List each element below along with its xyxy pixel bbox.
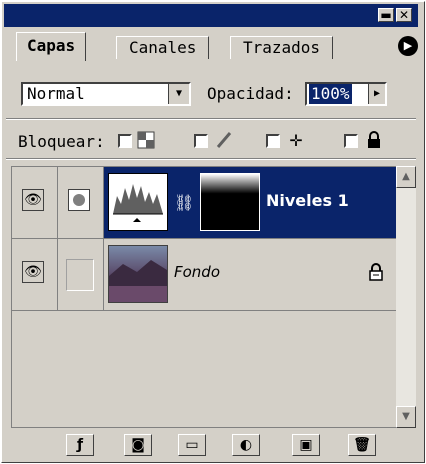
layer-row[interactable]: 👁 ⛓ Niveles 1 [12,167,396,239]
new-adjustment-icon[interactable]: ◐ [232,434,260,456]
tab-trazados[interactable]: Trazados [230,36,334,59]
lock-pixels-checkbox[interactable] [194,134,208,148]
eye-icon[interactable]: 👁 [22,261,44,283]
new-group-icon[interactable]: ▭ [178,434,206,456]
lock-all-checkbox[interactable] [344,134,358,148]
lock-icon [364,131,384,151]
eye-icon[interactable]: 👁 [22,189,44,211]
add-mask-icon[interactable]: ◙ [124,434,152,456]
lock-icon [368,263,384,285]
empty-link-box [66,259,94,291]
scroll-down-icon[interactable]: ▼ [396,406,416,428]
divider [6,158,416,160]
tab-capas[interactable]: Capas [16,32,87,61]
chevron-down-icon[interactable]: ▼ [168,84,189,104]
opacity-label: Opacidad: [207,84,294,103]
scrollbar[interactable]: ▲ ▼ [396,166,416,428]
layer-name: Niveles 1 [266,191,349,210]
new-layer-icon[interactable]: ▣ [292,434,320,456]
divider [6,118,416,120]
close-button[interactable]: ✕ [396,8,412,22]
layer-row[interactable]: 👁 Fondo [12,239,396,311]
lock-transparency-checkbox[interactable] [118,134,132,148]
trash-icon[interactable]: 🗑 [348,434,376,456]
mask-thumbnail [200,173,260,231]
opacity-field[interactable]: 100% ▶ [305,82,387,106]
panel-menu-arrow-icon[interactable]: ▶ [398,36,418,56]
layer-content[interactable]: ⛓ Niveles 1 [104,167,396,238]
visibility-cell[interactable]: 👁 [12,239,58,310]
lock-label: Bloquear: [18,132,105,151]
layer-name: Fondo [174,263,221,281]
levels-thumbnail-icon [108,173,168,231]
blend-mode-select[interactable]: Normal ▼ [21,82,191,106]
link-cell[interactable] [58,239,104,310]
layer-style-icon[interactable]: ƒ [66,434,94,456]
blend-mode-value: Normal [27,84,85,103]
fondo-thumbnail [108,245,168,303]
opacity-arrow-icon[interactable]: ▶ [368,84,385,104]
layers-list: 👁 ⛓ Niveles 1 👁 Fondo [11,166,397,428]
tab-canales[interactable]: Canales [116,36,210,59]
brush-icon [214,131,234,151]
scroll-up-icon[interactable]: ▲ [396,166,416,188]
title-bar: ▬ ✕ [4,4,418,27]
opacity-value: 100% [309,84,352,104]
move-icon: ✛ [289,131,303,150]
visibility-cell[interactable]: 👁 [12,167,58,238]
minimize-button[interactable]: ▬ [378,8,394,22]
layer-mask-icon [68,189,90,211]
transparency-icon [136,131,156,151]
bottom-toolbar: ƒ ◙ ▭ ◐ ▣ 🗑 [6,430,416,460]
lock-position-checkbox[interactable] [266,134,280,148]
mask-link-cell[interactable] [58,167,104,238]
tab-bar: Capas Canales Trazados [4,30,418,61]
layer-content[interactable]: Fondo [104,239,396,310]
chain-link-icon: ⛓ [174,193,195,212]
